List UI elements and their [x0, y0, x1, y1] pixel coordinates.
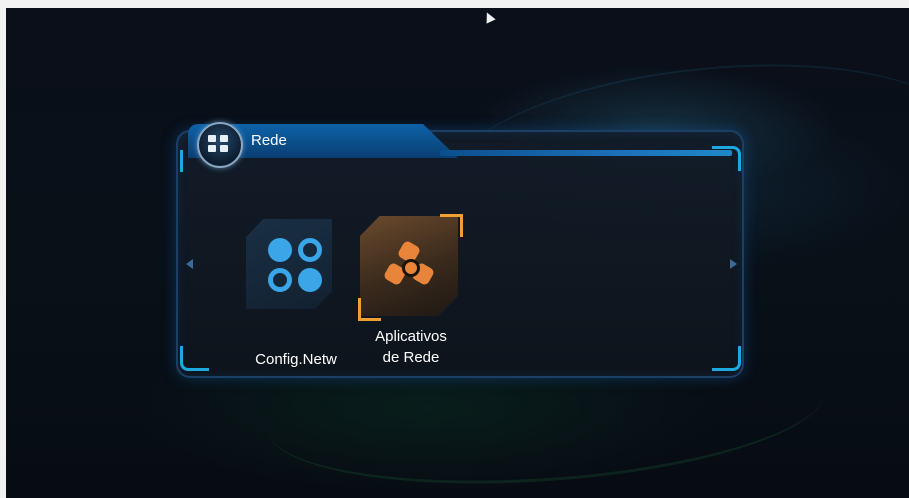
app-label-line2: de Rede	[382, 349, 440, 366]
icon-part	[298, 238, 322, 262]
network-apps-icon	[382, 239, 436, 291]
selection-bracket-bottom-left	[358, 298, 381, 321]
panel-title: Rede	[251, 132, 287, 149]
panel-edge-left	[180, 150, 201, 172]
panel-corner-top-right	[712, 146, 741, 171]
icon-part	[402, 259, 420, 277]
panel-corner-bottom-left	[180, 346, 209, 371]
panel-corner-bottom-right	[712, 346, 741, 371]
scroll-left-arrow-icon[interactable]	[186, 259, 193, 269]
grid-menu-icon	[197, 122, 243, 168]
icon-part	[298, 268, 322, 292]
mouse-cursor-icon	[482, 10, 496, 24]
grid-square	[208, 145, 216, 152]
selection-bracket-top-right	[440, 214, 463, 237]
grid-square	[220, 145, 228, 152]
icon-part	[268, 268, 292, 292]
panel-header-bar	[440, 150, 732, 156]
icon-part	[268, 238, 292, 262]
grid-square	[220, 135, 228, 142]
app-label: Config.Netw	[255, 351, 337, 368]
grid-square	[208, 135, 216, 142]
app-label-line1: Aplicativos	[375, 328, 447, 345]
network-config-icon	[268, 238, 324, 296]
scroll-right-arrow-icon[interactable]	[730, 259, 737, 269]
